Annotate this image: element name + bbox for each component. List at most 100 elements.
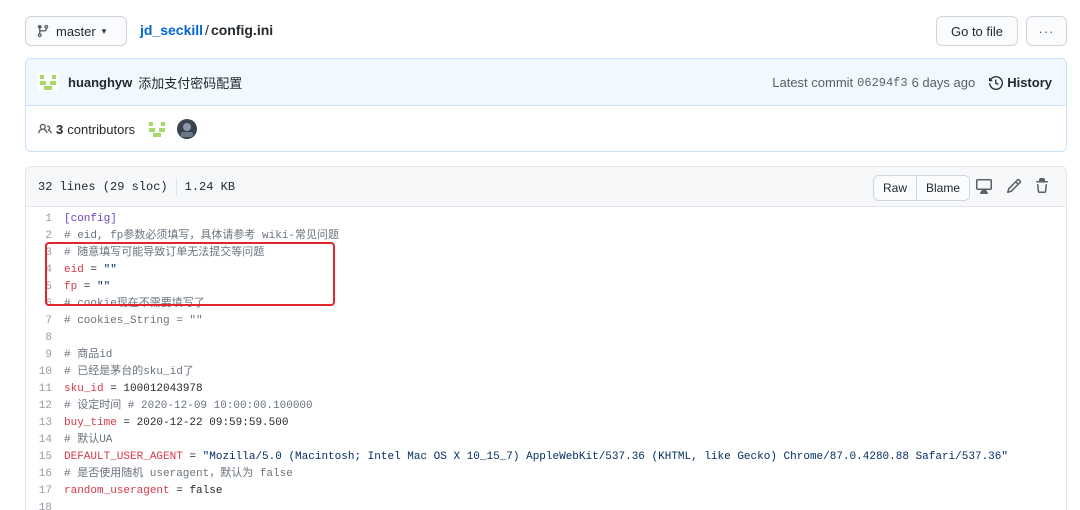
commit-sha[interactable]: 06294f3 bbox=[857, 76, 907, 90]
line-content: # 已经是茅台的sku_id了 bbox=[64, 364, 194, 381]
line-content: # cookie现在不需要填写了 bbox=[64, 296, 205, 313]
code-token: 100012043978 bbox=[123, 383, 203, 395]
author-avatar[interactable] bbox=[38, 72, 58, 92]
contributors-count[interactable]: 3 bbox=[56, 122, 63, 137]
commit-meta: Latest commit 06294f3 6 days ago History bbox=[772, 75, 1052, 90]
line-content: # eid, fp参数必须填写，具体请参考 wiki-常见问题 bbox=[64, 228, 339, 245]
line-content: # 商品id bbox=[64, 347, 112, 364]
code-token: false bbox=[189, 485, 223, 497]
line-number[interactable]: 2 bbox=[26, 228, 64, 245]
history-link[interactable]: History bbox=[989, 75, 1052, 90]
line-number[interactable]: 13 bbox=[26, 415, 64, 432]
code-line: 18 bbox=[26, 500, 1066, 510]
code-token: fp bbox=[64, 281, 78, 293]
code-line: 5 fp = "" bbox=[26, 279, 1066, 296]
line-number[interactable]: 11 bbox=[26, 381, 64, 398]
line-content: sku_id = 100012043978 bbox=[64, 381, 203, 398]
branch-name: master bbox=[56, 23, 96, 39]
code-token: = bbox=[103, 383, 124, 395]
code-token: # cookie现在不需要填写了 bbox=[64, 298, 205, 310]
code-token: # 是否使用随机 useragent，默认为 false bbox=[64, 468, 293, 480]
file-header: 32 lines (29 sloc) 1.24 KB Raw Blame bbox=[26, 167, 1066, 207]
code-token: # 默认UA bbox=[64, 434, 113, 446]
line-number[interactable]: 14 bbox=[26, 432, 64, 449]
contributors-label[interactable]: contributors bbox=[67, 122, 135, 137]
code-line: 9 # 商品id bbox=[26, 347, 1066, 364]
header-divider bbox=[175, 177, 177, 196]
line-number[interactable]: 4 bbox=[26, 262, 64, 279]
file-actions-group: Raw Blame bbox=[873, 175, 971, 201]
code-token: 2020-12-22 09:59:59.500 bbox=[136, 417, 289, 429]
code-line: 10 # 已经是茅台的sku_id了 bbox=[26, 364, 1066, 381]
commit-age: 6 days ago bbox=[911, 75, 976, 90]
file-size: 1.24 KB bbox=[184, 179, 236, 194]
code-line: 13 buy_time = 2020-12-22 09:59:59.500 bbox=[26, 415, 1066, 432]
history-label: History bbox=[1007, 75, 1052, 90]
line-number[interactable]: 5 bbox=[26, 279, 64, 296]
line-number[interactable]: 17 bbox=[26, 483, 64, 500]
code-token: "" bbox=[97, 281, 111, 293]
commit-author[interactable]: huanghyw bbox=[68, 75, 132, 90]
line-number[interactable]: 18 bbox=[26, 500, 64, 510]
code-token: = bbox=[83, 264, 104, 276]
code-token: # 随意填写可能导致订单无法提交等问题 bbox=[64, 247, 265, 259]
raw-button[interactable]: Raw bbox=[874, 176, 917, 200]
code-token: = bbox=[169, 485, 190, 497]
line-number[interactable]: 6 bbox=[26, 296, 64, 313]
line-number[interactable]: 3 bbox=[26, 245, 64, 262]
line-number[interactable]: 12 bbox=[26, 398, 64, 415]
code-line: 7 # cookies_String = "" bbox=[26, 313, 1066, 330]
code-token: eid bbox=[64, 264, 84, 276]
contributor-avatar[interactable] bbox=[177, 119, 198, 139]
line-number[interactable]: 8 bbox=[26, 330, 64, 347]
code-token: "" bbox=[103, 264, 117, 276]
branch-selector[interactable]: master ▾ bbox=[25, 16, 127, 46]
repo-link[interactable]: jd_seckill bbox=[140, 22, 203, 38]
code-line: 12 # 设定时间 # 2020-12-09 10:00:00.100000 bbox=[26, 398, 1066, 415]
line-number[interactable]: 1 bbox=[26, 211, 64, 228]
latest-commit-box: huanghyw 添加支付密码配置 Latest commit 06294f3 … bbox=[25, 58, 1067, 152]
file-viewer: 32 lines (29 sloc) 1.24 KB Raw Blame 1 [c… bbox=[25, 166, 1067, 510]
line-content: # 设定时间 # 2020-12-09 10:00:00.100000 bbox=[64, 398, 313, 415]
line-content: [config] bbox=[64, 211, 117, 228]
line-number[interactable]: 7 bbox=[26, 313, 64, 330]
contributor-avatar[interactable] bbox=[147, 119, 168, 139]
commit-message[interactable]: 添加支付密码配置 bbox=[138, 73, 242, 92]
breadcrumb: jd_seckill / config.ini bbox=[140, 22, 273, 38]
line-number[interactable]: 15 bbox=[26, 449, 64, 466]
code-token: buy_time bbox=[64, 417, 117, 429]
code-line: 1 [config] bbox=[26, 211, 1066, 228]
code-token: = bbox=[116, 417, 137, 429]
file-name: config.ini bbox=[210, 22, 274, 38]
trash-icon[interactable] bbox=[1034, 178, 1050, 194]
code-line: 3 # 随意填写可能导致订单无法提交等问题 bbox=[26, 245, 1066, 262]
blame-button[interactable]: Blame bbox=[916, 176, 970, 200]
line-content: eid = "" bbox=[64, 262, 117, 279]
pencil-icon[interactable] bbox=[1006, 178, 1022, 194]
file-lines-info: 32 lines (29 sloc) bbox=[38, 179, 168, 194]
file-navigation: master ▾ jd_seckill / config.ini Go to fil… bbox=[25, 16, 1067, 46]
code-line: 2 # eid, fp参数必须填写，具体请参考 wiki-常见问题 bbox=[26, 228, 1066, 245]
code-token: = bbox=[182, 451, 203, 463]
contributors-row: 3 contributors bbox=[26, 106, 1066, 151]
code-token: = bbox=[77, 281, 98, 293]
line-content: # 默认UA bbox=[64, 432, 112, 449]
desktop-icon[interactable] bbox=[976, 178, 992, 194]
code-listing: 1 [config] 2 # eid, fp参数必须填写，具体请参考 wiki-常见问… bbox=[26, 207, 1066, 510]
code-token: [config] bbox=[64, 213, 117, 225]
code-line: 8 bbox=[26, 330, 1066, 347]
code-token: DEFAULT_USER_AGENT bbox=[64, 451, 183, 463]
latest-commit-label: Latest commit bbox=[772, 75, 854, 90]
more-options-button[interactable]: ··· bbox=[1026, 16, 1067, 46]
line-number[interactable]: 9 bbox=[26, 347, 64, 364]
line-number[interactable]: 10 bbox=[26, 364, 64, 381]
code-line: 16 # 是否使用随机 useragent，默认为 false bbox=[26, 466, 1066, 483]
code-line: 6 # cookie现在不需要填写了 bbox=[26, 296, 1066, 313]
code-line: 14 # 默认UA bbox=[26, 432, 1066, 449]
go-to-file-button[interactable]: Go to file bbox=[936, 16, 1018, 46]
line-number[interactable]: 16 bbox=[26, 466, 64, 483]
line-content: DEFAULT_USER_AGENT = "Mozilla/5.0 (Macin… bbox=[64, 449, 1008, 466]
line-content: random_useragent = false bbox=[64, 483, 222, 500]
commit-header: huanghyw 添加支付密码配置 Latest commit 06294f3 … bbox=[26, 59, 1066, 106]
caret-down-icon: ▾ bbox=[101, 25, 107, 36]
